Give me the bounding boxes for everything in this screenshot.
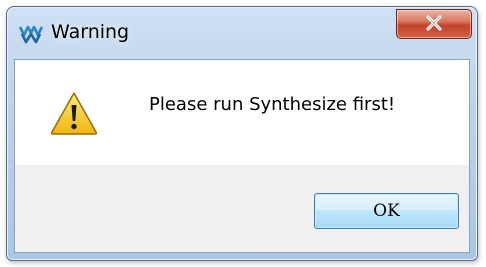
warning-dialog: Warning Please run Synthesize first! OK (6, 6, 478, 261)
close-icon (425, 14, 443, 34)
warning-icon (49, 90, 99, 136)
ok-button[interactable]: OK (314, 193, 459, 229)
app-logo-icon (18, 23, 44, 45)
warning-message: Please run Synthesize first! (149, 94, 396, 115)
close-button[interactable] (396, 9, 472, 39)
title-bar[interactable]: Warning (7, 7, 477, 59)
window-title: Warning (51, 21, 130, 43)
message-area: Please run Synthesize first! (15, 60, 469, 165)
dialog-body: Please run Synthesize first! OK (14, 59, 470, 253)
